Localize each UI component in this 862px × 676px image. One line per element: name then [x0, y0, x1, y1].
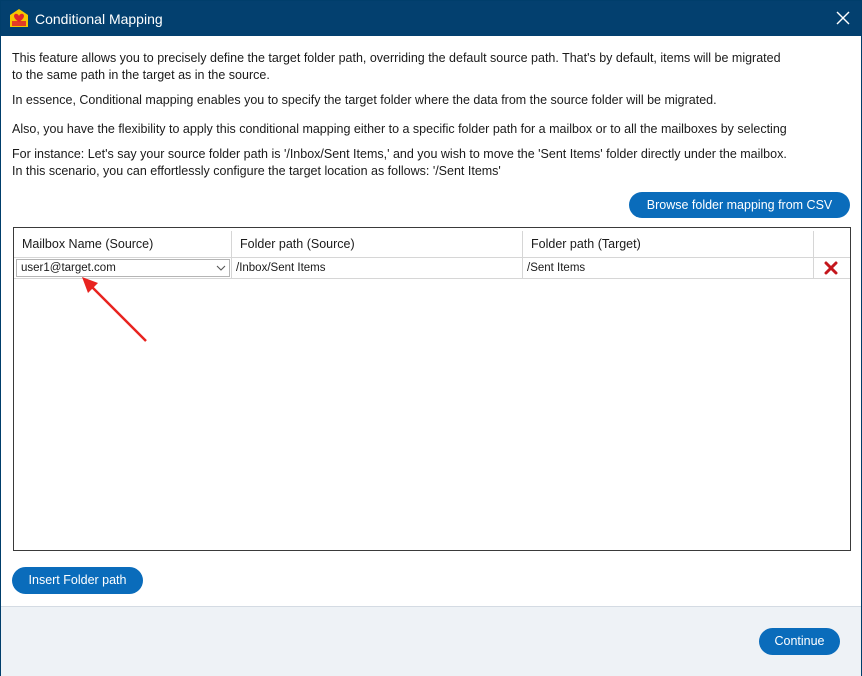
chevron-down-icon	[216, 265, 226, 271]
description-line-1: This feature allows you to precisely def…	[12, 51, 781, 65]
close-icon	[836, 11, 850, 25]
browse-csv-button[interactable]: Browse folder mapping from CSV	[629, 192, 850, 218]
delete-x-icon[interactable]	[824, 261, 838, 275]
title-bar: Conditional Mapping	[1, 1, 861, 36]
close-button[interactable]	[827, 3, 859, 33]
description-line-1b: to the same path in the target as in the…	[12, 68, 270, 82]
dialog-footer: Continue	[1, 606, 861, 676]
conditional-mapping-dialog: Conditional Mapping This feature allows …	[0, 0, 862, 676]
window-title: Conditional Mapping	[35, 11, 163, 27]
description-line-3: Also, you have the flexibility to apply …	[12, 122, 787, 136]
grid-header: Mailbox Name (Source) Folder path (Sourc…	[14, 231, 850, 258]
column-header-source-path[interactable]: Folder path (Source)	[232, 231, 523, 258]
column-header-target-path[interactable]: Folder path (Target)	[523, 231, 814, 258]
column-header-mailbox[interactable]: Mailbox Name (Source)	[14, 231, 232, 258]
target-path-cell[interactable]: /Sent Items	[523, 258, 814, 278]
continue-button[interactable]: Continue	[759, 628, 840, 655]
description-line-4: For instance: Let's say your source fold…	[12, 147, 787, 161]
column-header-actions	[814, 231, 850, 258]
source-path-cell[interactable]: /Inbox/Sent Items	[232, 258, 523, 278]
annotation-arrow-icon	[82, 277, 147, 342]
insert-folder-path-button[interactable]: Insert Folder path	[12, 567, 143, 594]
app-logo-icon	[9, 8, 29, 28]
description-line-2: In essence, Conditional mapping enables …	[12, 93, 717, 107]
description-line-4b: In this scenario, you can effortlessly c…	[12, 164, 501, 178]
